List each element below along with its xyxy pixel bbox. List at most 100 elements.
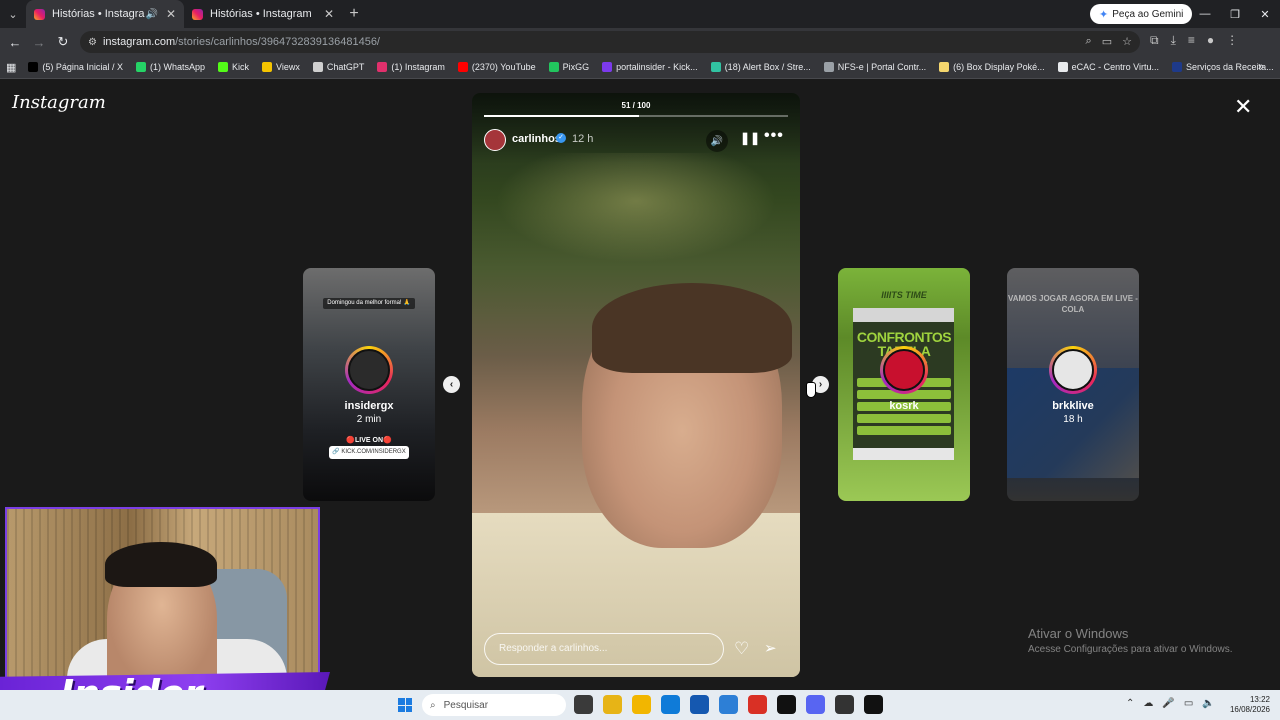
share-send-icon[interactable]: ➢	[764, 639, 777, 657]
side-story-brkklive[interactable]: VAMOS JOGAR AGORA EM LIVE - COLA brkkliv…	[1007, 268, 1139, 501]
display-icon[interactable]: ▭	[1184, 698, 1193, 709]
story-header-text: VAMOS JOGAR AGORA EM LIVE - COLA	[1008, 294, 1138, 314]
chevron-up-icon[interactable]: ⌃	[1126, 698, 1134, 709]
profile-avatar[interactable]: ●	[1207, 33, 1214, 48]
bookmark-kick[interactable]: Kick	[217, 62, 249, 72]
more-options-icon[interactable]: •••	[764, 127, 784, 145]
reload-button[interactable]: ↻	[51, 34, 75, 50]
bookmark-chatgpt[interactable]: ChatGPT	[312, 62, 364, 72]
microphone-icon[interactable]: 🎤	[1162, 698, 1174, 709]
story-header-text: IIIITS TIME	[881, 290, 927, 300]
bookmark-star-icon[interactable]: ☆	[1122, 35, 1132, 48]
tab-instagram-stories[interactable]: Histórias • Instagram ✕	[184, 0, 342, 28]
tab-instagram-stories-active[interactable]: Histórias • Instagram 🔊 ✕	[26, 0, 184, 28]
avatar[interactable]	[484, 129, 506, 151]
bookmark-label: portalinsider - Kick...	[616, 62, 698, 72]
kick-link-sticker: 🔗 KICK.COM/INSIDERGX	[329, 446, 409, 459]
pause-icon[interactable]: ❚❚	[740, 131, 760, 145]
restore-window-icon[interactable]: ❐	[1220, 0, 1250, 28]
reading-list-icon[interactable]: ≡	[1188, 33, 1195, 48]
taskbar-app-icon[interactable]	[719, 695, 738, 714]
start-menu-icon[interactable]	[398, 698, 412, 712]
browser-menu-icon[interactable]: ⋮	[1226, 33, 1238, 48]
forward-button[interactable]: →	[27, 35, 51, 50]
taskbar-app-icon[interactable]	[632, 695, 651, 714]
cast-icon[interactable]: ▭	[1102, 35, 1112, 48]
search-placeholder: Pesquisar	[443, 699, 489, 711]
speaker-icon[interactable]: 🔈	[1202, 698, 1214, 709]
tab-strip: ⌄ Histórias • Instagram 🔊 ✕ Histórias • …	[0, 0, 1280, 28]
bookmark-nfse[interactable]: NFS-e | Portal Contr...	[823, 62, 926, 72]
taskbar-apps	[574, 695, 883, 714]
url-host: instagram.com	[102, 36, 176, 48]
taskbar-app-icon[interactable]	[806, 695, 825, 714]
previous-story-button[interactable]: ‹	[443, 376, 460, 393]
current-story[interactable]: 51 / 100 carlinhos ✓ 12 h 🔊 ❚❚ ••• Respo…	[472, 93, 800, 677]
address-bar[interactable]: ⚙ instagram.com /stories/carlinhos/39647…	[80, 31, 1140, 53]
omnibox-actions: ⌕ ▭ ☆	[1086, 35, 1132, 48]
ask-gemini-button[interactable]: ✦ Peça ao Gemini	[1090, 4, 1193, 24]
pokemon-icon	[939, 62, 950, 72]
volume-icon[interactable]: 🔊	[706, 130, 728, 152]
back-button[interactable]: ←	[3, 35, 27, 50]
activation-title: Ativar o Windows	[1028, 626, 1129, 641]
bookmark-whatsapp[interactable]: (1) WhatsApp	[135, 62, 205, 72]
new-tab-button[interactable]: +	[342, 5, 366, 23]
zoom-icon[interactable]: ⌕	[1086, 35, 1092, 48]
bookmark-pixgg[interactable]: PixGG	[548, 62, 590, 72]
bookmark-alert-box[interactable]: (18) Alert Box / Stre...	[710, 62, 811, 72]
avatar	[880, 346, 928, 394]
bookmark-box-display[interactable]: (6) Box Display Poké...	[939, 62, 1045, 72]
side-story-insidergx[interactable]: Domingou da melhor forma! 🙏 insidergx 2 …	[303, 268, 435, 501]
more-bookmarks-icon[interactable]: »	[1258, 61, 1264, 73]
tab-search-menu-icon[interactable]: ⌄	[0, 0, 26, 28]
taskbar-app-icon[interactable]	[864, 695, 883, 714]
live-on-label: 🔴LIVE ON🔴	[346, 437, 392, 444]
apps-grid-icon[interactable]: ▦	[6, 61, 16, 74]
like-heart-icon[interactable]: ♡	[734, 639, 749, 659]
instagram-icon	[377, 62, 388, 72]
taskbar-search[interactable]: ⌕ Pesquisar	[422, 694, 566, 716]
bookmark-viewx[interactable]: Viewx	[262, 62, 300, 72]
taskbar-app-icon[interactable]	[690, 695, 709, 714]
taskbar-app-icon[interactable]	[748, 695, 767, 714]
mouse-cursor-icon	[806, 382, 816, 398]
bookmark-portalinsider[interactable]: portalinsider - Kick...	[602, 62, 698, 72]
avatar	[1049, 346, 1097, 394]
windows-taskbar: ⌕ Pesquisar ⌃ ☁ 🎤 ▭ 🔈 13:22 16/08/2026	[0, 690, 1280, 720]
reply-input[interactable]: Responder a carlinhos...	[484, 633, 724, 665]
taskbar-app-icon[interactable]	[835, 695, 854, 714]
story-time: 18 h	[1063, 414, 1083, 425]
instagram-logo[interactable]: Instagram	[12, 92, 106, 113]
bookmarks-bar: ▦ (5) Página Inicial / X (1) WhatsApp Ki…	[0, 56, 1280, 79]
site-info-icon[interactable]: ⚙	[88, 37, 97, 48]
taskbar-app-icon[interactable]	[661, 695, 680, 714]
taskbar-app-icon[interactable]	[777, 695, 796, 714]
instagram-favicon-icon	[192, 8, 203, 20]
gemini-sparkle-icon: ✦	[1099, 8, 1109, 21]
tab-audio-icon[interactable]: 🔊	[145, 9, 157, 20]
cloud-icon[interactable]: ☁	[1143, 698, 1153, 709]
x-icon	[28, 62, 39, 72]
bookmark-youtube[interactable]: (2370) YouTube	[457, 62, 536, 72]
bookmark-ecac[interactable]: eCAC - Centro Virtu...	[1057, 62, 1159, 72]
minimize-window-icon[interactable]: —	[1190, 0, 1220, 28]
taskbar-app-icon[interactable]	[603, 695, 622, 714]
close-window-icon[interactable]: ✕	[1250, 0, 1280, 28]
bookmark-instagram[interactable]: (1) Instagram	[377, 62, 445, 72]
taskbar-clock[interactable]: 13:22 16/08/2026	[1226, 695, 1270, 715]
bookmark-x[interactable]: (5) Página Inicial / X	[28, 62, 123, 72]
receita-icon	[1172, 62, 1183, 72]
close-stories-icon[interactable]: ✕	[1234, 94, 1252, 120]
story-username[interactable]: carlinhos	[512, 133, 561, 145]
tab-close-icon[interactable]: ✕	[324, 7, 334, 21]
tab-close-icon[interactable]: ✕	[166, 7, 176, 21]
side-story-kosrk[interactable]: IIIITS TIME CONFRONTOS TABELA JOGOS kosr…	[838, 268, 970, 501]
bookmark-label: (18) Alert Box / Stre...	[724, 62, 811, 72]
extensions-icon[interactable]: ⧉	[1150, 33, 1159, 48]
chatgpt-icon	[312, 62, 323, 72]
downloads-icon[interactable]: ⤓	[1171, 33, 1176, 48]
bookmark-label: PixGG	[562, 62, 590, 72]
bookmark-label: Kick	[231, 62, 249, 72]
taskbar-app-icon[interactable]	[574, 695, 593, 714]
